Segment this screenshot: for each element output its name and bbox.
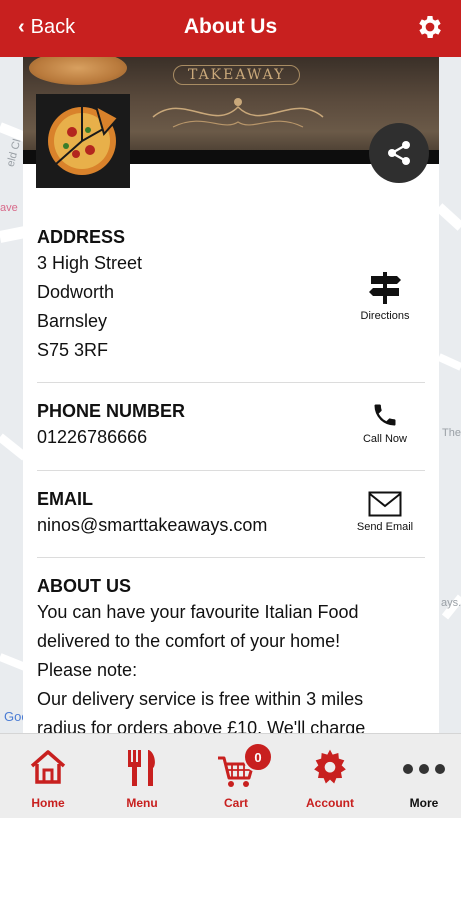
- tab-home[interactable]: Home: [2, 734, 94, 818]
- top-navigation-bar: ‹ Back About Us: [0, 0, 461, 57]
- settings-gear-icon[interactable]: [415, 12, 445, 42]
- about-section: ABOUT US You can have your favourite Ita…: [37, 574, 425, 733]
- call-now-button[interactable]: Call Now: [345, 401, 425, 445]
- address-heading: ADDRESS: [37, 227, 126, 247]
- address-section: ADDRESS 3 High Street Dodworth Barnsley …: [37, 225, 425, 365]
- gear-icon: [314, 749, 346, 784]
- divider: [37, 382, 425, 383]
- about-heading: ABOUT US: [37, 576, 131, 596]
- tab-account[interactable]: Account: [284, 734, 376, 818]
- pizza-image: [29, 57, 127, 85]
- directions-button[interactable]: Directions: [345, 270, 425, 322]
- call-now-label: Call Now: [362, 433, 407, 445]
- divider: [37, 557, 425, 558]
- bottom-tab-bar: Home Menu 0 Cart Account More: [0, 733, 461, 818]
- cutlery-icon: [128, 750, 155, 786]
- tab-menu-label: Menu: [126, 796, 158, 810]
- home-icon: [30, 750, 66, 784]
- cart-count-badge: 0: [243, 742, 273, 772]
- tab-more-label: More: [409, 796, 439, 810]
- directions-label: Directions: [360, 310, 410, 322]
- phone-section: PHONE NUMBER 01226786666 Call Now: [37, 399, 425, 452]
- share-button[interactable]: [369, 123, 429, 183]
- about-card: TAKEAWAY ADDRESS 3 High Street Dodworth …: [23, 57, 439, 733]
- about-line: Our delivery service is free within 3 mi…: [37, 689, 364, 709]
- divider: [37, 470, 425, 471]
- about-line: radius for orders above £10. We'll charg…: [37, 718, 366, 733]
- map-label: The Br: [442, 427, 461, 439]
- tab-menu[interactable]: Menu: [96, 734, 188, 818]
- page-title: About Us: [183, 15, 278, 38]
- ornament-graphic: [152, 98, 324, 128]
- about-line: delivered to the comfort of your home!: [37, 631, 341, 651]
- pizza-logo-icon: [48, 103, 120, 175]
- tab-account-label: Account: [306, 796, 354, 810]
- tab-more[interactable]: More: [378, 734, 461, 818]
- envelope-icon: [368, 491, 402, 517]
- about-line: You can have your favourite Italian Food: [37, 602, 359, 622]
- signpost-icon: [369, 272, 401, 304]
- tab-cart[interactable]: 0 Cart: [190, 734, 282, 818]
- email-section: EMAIL ninos@smarttakeaways.com Send Emai…: [37, 487, 425, 540]
- restaurant-logo: [36, 94, 130, 188]
- send-email-label: Send Email: [356, 521, 414, 533]
- address-line: S75 3RF: [37, 340, 109, 360]
- about-line: Please note:: [37, 660, 138, 680]
- share-icon: [388, 141, 410, 165]
- tab-home-label: Home: [31, 796, 65, 810]
- map-label: ays.ne: [441, 597, 461, 609]
- banner-sign: TAKEAWAY: [173, 65, 301, 85]
- more-icon: [403, 764, 445, 774]
- tab-cart-label: Cart: [223, 796, 248, 810]
- map-label: ave: [0, 202, 18, 214]
- send-email-button[interactable]: Send Email: [345, 491, 425, 533]
- phone-icon: [374, 404, 396, 426]
